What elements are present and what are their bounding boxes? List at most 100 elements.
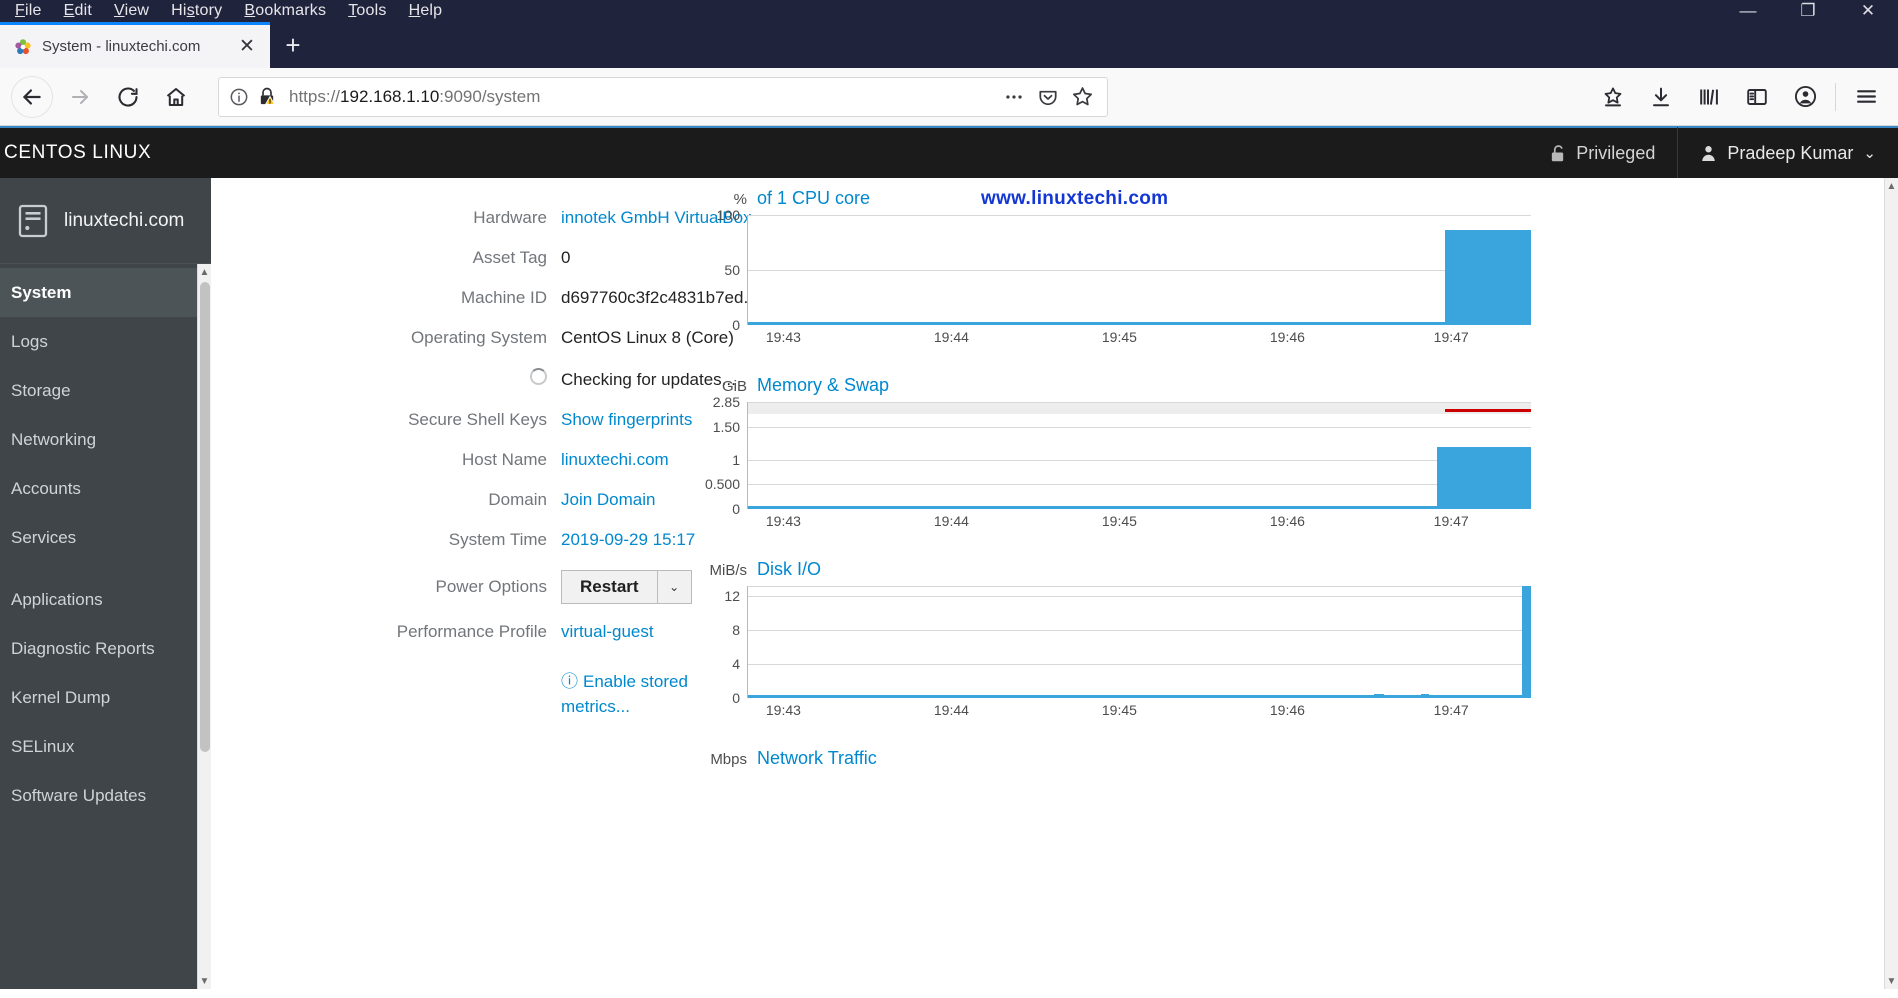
scroll-up-icon[interactable]: ▲ <box>198 264 211 280</box>
restart-button[interactable]: Restart <box>561 570 658 604</box>
sidebar-item-applications[interactable]: Applications <box>0 575 211 624</box>
chart-cpu-unit: % <box>733 191 747 208</box>
system-time-link[interactable]: 2019-09-29 15:17 <box>561 530 695 550</box>
forward-button[interactable] <box>59 76 101 118</box>
cockpit-topbar: CENTOS LINUX Privileged Pradeep Kumar ⌄ <box>0 126 1898 179</box>
new-tab-button[interactable]: + <box>270 22 316 68</box>
chart-disk-title[interactable]: Disk I/O <box>757 559 821 580</box>
chart-cpu-xtick-1: 19:44 <box>933 329 969 345</box>
back-button[interactable] <box>11 75 53 118</box>
sidebar-item-accounts[interactable]: Accounts <box>0 464 211 513</box>
sidebar-item-diagnostic-reports[interactable]: Diagnostic Reports <box>0 624 211 673</box>
sidebar-item-storage[interactable]: Storage <box>0 366 211 415</box>
browser-window: File Edit View History Bookmarks Tools H… <box>0 0 1898 998</box>
chart-cpu-ytick-100: 100 <box>716 207 740 223</box>
gridline <box>748 427 1531 428</box>
chart-memory-xaxis: 19:43 19:44 19:45 19:46 19:47 <box>691 513 1531 535</box>
bookmark-star-icon[interactable] <box>1067 82 1097 112</box>
home-button[interactable] <box>155 76 197 118</box>
scroll-down-icon[interactable]: ▼ <box>198 973 211 989</box>
sidebar-scrollbar[interactable]: ▲ ▼ <box>197 264 211 989</box>
chart-disk-plot <box>747 586 1531 698</box>
account-icon[interactable] <box>1785 77 1825 117</box>
screenshot-icon[interactable] <box>1593 77 1633 117</box>
menu-edit[interactable]: Edit <box>53 2 103 20</box>
sidebar-item-selinux[interactable]: SELinux <box>0 722 211 771</box>
join-domain-link[interactable]: Join Domain <box>561 490 656 510</box>
chart-disk-xtick-4: 19:47 <box>1433 702 1469 718</box>
power-options-caret-icon[interactable]: ⌄ <box>657 570 692 604</box>
sidebar-item-logs[interactable]: Logs <box>0 317 211 366</box>
browser-tab[interactable]: System - linuxtechi.com ✕ <box>0 22 270 68</box>
scroll-up-icon[interactable]: ▲ <box>1885 178 1898 194</box>
menu-help[interactable]: Help <box>398 2 454 20</box>
chart-cpu-ytick-50: 50 <box>724 262 740 278</box>
chart-memory-xtick-0: 19:43 <box>765 513 801 529</box>
cockpit-app: CENTOS LINUX Privileged Pradeep Kumar ⌄ <box>0 126 1898 989</box>
main-scrollbar[interactable]: ▲ ▼ <box>1884 178 1898 989</box>
updates-spinner-cell <box>297 368 561 385</box>
browser-menubar: File Edit View History Bookmarks Tools H… <box>0 0 1898 22</box>
chart-disk-xtick-2: 19:45 <box>1101 702 1137 718</box>
host-name-link[interactable]: linuxtechi.com <box>561 450 669 470</box>
close-icon[interactable]: ✕ <box>1838 1 1898 21</box>
chart-disk-xtick-0: 19:43 <box>765 702 801 718</box>
chart-disk-series-spike <box>1522 586 1531 698</box>
sidebar-item-services[interactable]: Services <box>0 513 211 562</box>
gridline <box>748 596 1531 597</box>
user-name: Pradeep Kumar <box>1727 142 1854 163</box>
tab-close-icon[interactable]: ✕ <box>234 34 260 60</box>
chart-disk-ytick-1: 8 <box>732 622 740 638</box>
chart-cpu-title[interactable]: of 1 CPU core <box>757 188 870 209</box>
sidebar-item-software-updates[interactable]: Software Updates <box>0 771 211 820</box>
scroll-down-icon[interactable]: ▼ <box>1885 973 1898 989</box>
page-actions-icon[interactable] <box>999 82 1029 112</box>
chart-memory-unit: GiB <box>721 378 747 395</box>
chart-memory-ytick-1: 1.50 <box>712 419 740 435</box>
site-identity[interactable] <box>229 86 277 108</box>
sidebar-icon[interactable] <box>1737 77 1777 117</box>
watermark: www.linuxtechi.com <box>981 188 1169 209</box>
label-operating-system: Operating System <box>410 328 547 347</box>
maximize-icon[interactable]: ❐ <box>1778 1 1838 21</box>
privileged-indicator[interactable]: Privileged <box>1527 127 1677 179</box>
chart-disk-xtick-3: 19:46 <box>1269 702 1305 718</box>
sidebar-hostname: linuxtechi.com <box>64 209 185 231</box>
chart-disk-ytick-0: 12 <box>724 588 740 604</box>
library-icon[interactable] <box>1689 77 1729 117</box>
menu-bookmarks[interactable]: Bookmarks <box>233 2 337 20</box>
sidebar-nav: System Logs Storage Networking Accounts … <box>0 264 211 820</box>
metrics-charts: % of 1 CPU core www.linuxtechi.com 100 5… <box>691 188 1531 775</box>
gridline <box>748 270 1531 271</box>
enable-metrics-line1: Enable stored <box>583 672 688 691</box>
label-performance-profile: Performance Profile <box>396 622 547 641</box>
menu-history[interactable]: History <box>160 2 233 20</box>
scrollbar-thumb[interactable] <box>200 282 210 752</box>
menu-file[interactable]: File <box>4 2 53 20</box>
chart-memory-ytick-2: 1 <box>732 452 740 468</box>
sidebar-item-networking[interactable]: Networking <box>0 415 211 464</box>
chart-memory-ytick-0: 2.85 <box>712 394 740 410</box>
sidebar-host[interactable]: linuxtechi.com <box>0 178 211 264</box>
chart-memory-xtick-4: 19:47 <box>1433 513 1469 529</box>
menu-icon[interactable] <box>1846 77 1886 117</box>
toolbar-buttons <box>1589 77 1890 117</box>
memory-total-band <box>748 402 1531 414</box>
menu-view[interactable]: View <box>103 2 160 20</box>
show-fingerprints-link[interactable]: Show fingerprints <box>561 410 692 430</box>
sidebar-item-kernel-dump[interactable]: Kernel Dump <box>0 673 211 722</box>
menu-tools[interactable]: Tools <box>337 2 397 20</box>
cockpit-body: linuxtechi.com System Logs Storage Netwo… <box>0 178 1898 989</box>
sidebar-item-system[interactable]: System <box>0 268 211 317</box>
chart-memory-title[interactable]: Memory & Swap <box>757 375 889 396</box>
user-menu[interactable]: Pradeep Kumar ⌄ <box>1677 127 1898 179</box>
url-bar[interactable]: https://192.168.1.10:9090/system <box>218 76 1108 117</box>
pocket-icon[interactable] <box>1033 82 1063 112</box>
performance-profile-link[interactable]: virtual-guest <box>561 622 654 642</box>
sidebar-divider <box>0 562 211 575</box>
reload-button[interactable] <box>107 76 149 118</box>
cockpit-sidebar: linuxtechi.com System Logs Storage Netwo… <box>0 178 211 989</box>
downloads-icon[interactable] <box>1641 77 1681 117</box>
minimize-icon[interactable]: — <box>1718 1 1778 21</box>
chart-network-title[interactable]: Network Traffic <box>757 748 877 769</box>
